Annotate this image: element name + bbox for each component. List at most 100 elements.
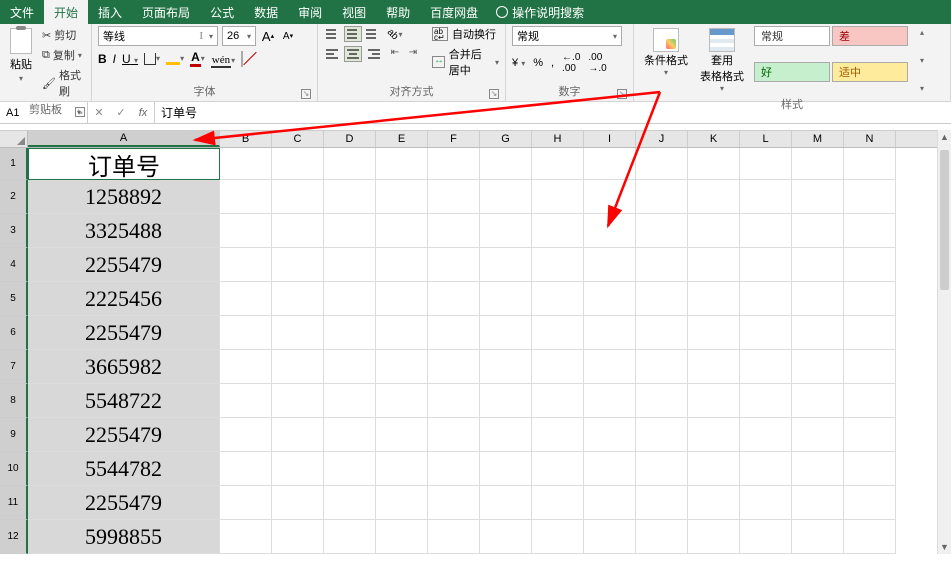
cell[interactable] <box>844 248 896 282</box>
format-as-table-button[interactable]: 套用 表格格式▾ <box>696 26 748 95</box>
cell[interactable] <box>844 350 896 384</box>
chevron-down-icon[interactable]: ▾ <box>920 56 924 65</box>
cell[interactable] <box>740 418 792 452</box>
cell[interactable] <box>688 248 740 282</box>
font-name-combo[interactable]: 等线I▾ <box>98 26 218 46</box>
comma-style-button[interactable] <box>551 57 554 69</box>
cell[interactable] <box>740 180 792 214</box>
cell[interactable]: 2255479 <box>28 248 220 282</box>
cell[interactable] <box>324 316 376 350</box>
cell[interactable] <box>324 520 376 554</box>
cell[interactable] <box>376 350 428 384</box>
wrap-text-button[interactable]: abc↵自动换行 <box>432 26 499 42</box>
cell[interactable] <box>636 350 688 384</box>
cell[interactable] <box>740 452 792 486</box>
row-header[interactable]: 11 <box>0 486 28 520</box>
tab-formulas[interactable]: 公式 <box>200 0 244 24</box>
cell[interactable] <box>532 148 584 180</box>
increase-indent-button[interactable]: ⇥ <box>404 44 422 60</box>
col-header-C[interactable]: C <box>272 131 324 147</box>
cell[interactable] <box>428 316 480 350</box>
tab-insert[interactable]: 插入 <box>88 0 132 24</box>
cell[interactable] <box>844 282 896 316</box>
format-painter-button[interactable]: 格式刷 <box>40 66 85 100</box>
cell[interactable]: 2255479 <box>28 418 220 452</box>
cell[interactable] <box>584 316 636 350</box>
cell[interactable] <box>324 282 376 316</box>
cell[interactable]: 订单号 <box>28 148 220 180</box>
dialog-launcher-icon[interactable]: ↘ <box>301 89 311 99</box>
cell[interactable] <box>740 214 792 248</box>
cell[interactable] <box>376 486 428 520</box>
cell[interactable] <box>324 180 376 214</box>
cell[interactable] <box>376 418 428 452</box>
cell[interactable] <box>688 384 740 418</box>
cell[interactable] <box>428 520 480 554</box>
cell[interactable] <box>220 520 272 554</box>
cell[interactable] <box>532 214 584 248</box>
cell[interactable] <box>844 418 896 452</box>
cell[interactable] <box>324 350 376 384</box>
cell[interactable] <box>688 214 740 248</box>
number-format-combo[interactable]: 常规▾ <box>512 26 622 46</box>
cell[interactable] <box>792 350 844 384</box>
cell[interactable] <box>480 248 532 282</box>
cell[interactable] <box>220 418 272 452</box>
grow-font-button[interactable]: A▴ <box>260 27 276 45</box>
cell[interactable] <box>532 418 584 452</box>
cell[interactable] <box>792 316 844 350</box>
cell[interactable] <box>688 316 740 350</box>
font-color-button[interactable]: A▾ <box>190 50 205 67</box>
cell[interactable] <box>532 180 584 214</box>
cell[interactable] <box>220 350 272 384</box>
cell[interactable] <box>740 520 792 554</box>
decrease-indent-button[interactable]: ⇤ <box>386 44 404 60</box>
cell[interactable] <box>636 486 688 520</box>
cell[interactable] <box>220 282 272 316</box>
cell[interactable] <box>584 282 636 316</box>
cell[interactable] <box>272 148 324 180</box>
cell[interactable] <box>636 520 688 554</box>
dialog-launcher-icon[interactable]: ↘ <box>75 107 85 117</box>
style-bad[interactable]: 差 <box>832 26 908 46</box>
tab-view[interactable]: 视图 <box>332 0 376 24</box>
cell[interactable] <box>376 520 428 554</box>
cell[interactable] <box>792 384 844 418</box>
cell[interactable] <box>272 486 324 520</box>
cell[interactable] <box>844 214 896 248</box>
cell[interactable] <box>220 214 272 248</box>
cell[interactable] <box>844 520 896 554</box>
cell[interactable]: 2225456 <box>28 282 220 316</box>
cell[interactable] <box>376 452 428 486</box>
cell[interactable] <box>792 248 844 282</box>
cell[interactable] <box>688 418 740 452</box>
cell[interactable] <box>792 520 844 554</box>
select-all-corner[interactable] <box>0 131 28 147</box>
col-header-E[interactable]: E <box>376 131 428 147</box>
decrease-decimal-button[interactable]: .00→.0 <box>588 52 606 74</box>
merge-center-button[interactable]: 合并后居中▾ <box>432 46 499 78</box>
cell[interactable] <box>740 350 792 384</box>
percent-button[interactable] <box>533 57 543 69</box>
cell[interactable] <box>584 418 636 452</box>
cell[interactable] <box>376 282 428 316</box>
cell[interactable] <box>584 248 636 282</box>
cell[interactable] <box>688 350 740 384</box>
cell[interactable] <box>792 486 844 520</box>
cell[interactable] <box>428 248 480 282</box>
row-header[interactable]: 7 <box>0 350 28 384</box>
cell[interactable] <box>740 486 792 520</box>
more-styles-icon[interactable]: ▾ <box>920 84 924 93</box>
cell[interactable] <box>428 486 480 520</box>
cell[interactable] <box>324 452 376 486</box>
align-middle-button[interactable] <box>344 26 362 42</box>
style-neutral[interactable]: 适中 <box>832 62 908 82</box>
cell[interactable] <box>480 316 532 350</box>
cell[interactable] <box>272 418 324 452</box>
col-header-G[interactable]: G <box>480 131 532 147</box>
cell[interactable] <box>480 350 532 384</box>
cancel-entry-button[interactable]: ✕ <box>88 106 110 119</box>
align-left-button[interactable] <box>324 46 342 62</box>
cell[interactable] <box>272 180 324 214</box>
tab-home[interactable]: 开始 <box>44 0 88 24</box>
